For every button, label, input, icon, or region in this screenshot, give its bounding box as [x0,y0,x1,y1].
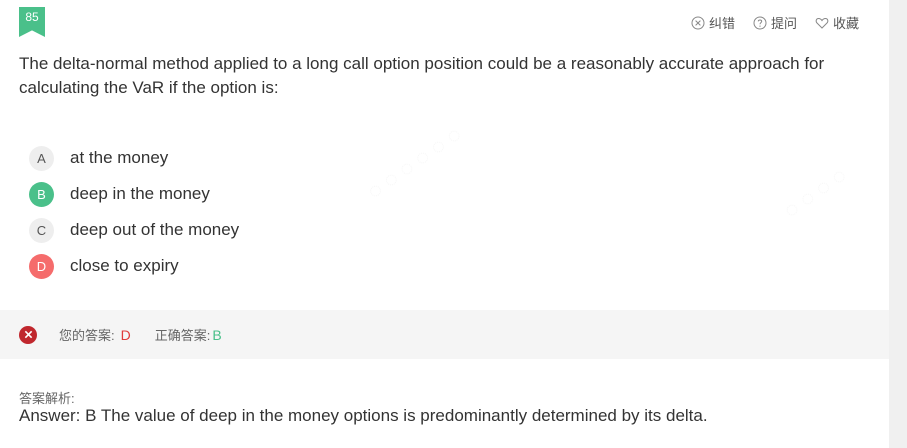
option-a[interactable]: A at the money [29,140,239,176]
wrong-answer-icon [19,325,37,344]
heart-icon [815,17,829,29]
question-number-badge: 85 [19,7,45,37]
option-text: deep out of the money [70,220,240,239]
ask-question-button[interactable]: 提问 [753,13,797,32]
question-circle-icon [753,16,767,29]
watermark: ◌ ◌ ◌ ◌ ◌ ◌ [362,121,466,205]
question-toolbar: 纠错 提问 收藏 [691,13,859,32]
option-letter-badge: C [29,217,54,243]
option-b[interactable]: B deep in the money [29,176,239,212]
option-letter-badge-correct: B [29,181,54,207]
scrollbar-track[interactable] [889,0,907,448]
question-card: 85 纠错 提问 收藏 The delta-normal method appl… [0,0,889,448]
your-answer-label: 您的答案: [59,328,115,343]
report-error-label: 纠错 [708,16,735,31]
report-error-button[interactable]: 纠错 [691,13,735,32]
favorite-label: 收藏 [832,16,859,31]
option-letter-badge-wrong: D [29,253,54,279]
analysis-text: Answer: B The value of deep in the money… [19,406,708,425]
ask-question-label: 提问 [770,16,797,31]
answer-options: A at the money B deep in the money C dee… [29,140,239,284]
analysis-title: 答案解析: [19,391,75,406]
close-circle-icon [691,16,705,29]
answer-result-bar: 您的答案: D 正确答案: B [0,310,889,359]
option-d[interactable]: D close to expiry [29,248,239,284]
option-c[interactable]: C deep out of the money [29,212,239,248]
watermark: ◌ ◌ ◌ ◌ [779,162,852,224]
question-text: The delta-normal method applied to a lon… [19,54,825,97]
option-text: deep in the money [70,184,210,203]
option-text: at the money [70,148,169,167]
option-text: close to expiry [70,256,179,275]
correct-answer-value: B [212,326,222,343]
correct-answer-label: 正确答案: [154,328,211,343]
your-answer-value: D [120,326,131,343]
option-letter-badge: A [29,145,54,171]
favorite-button[interactable]: 收藏 [815,13,859,32]
